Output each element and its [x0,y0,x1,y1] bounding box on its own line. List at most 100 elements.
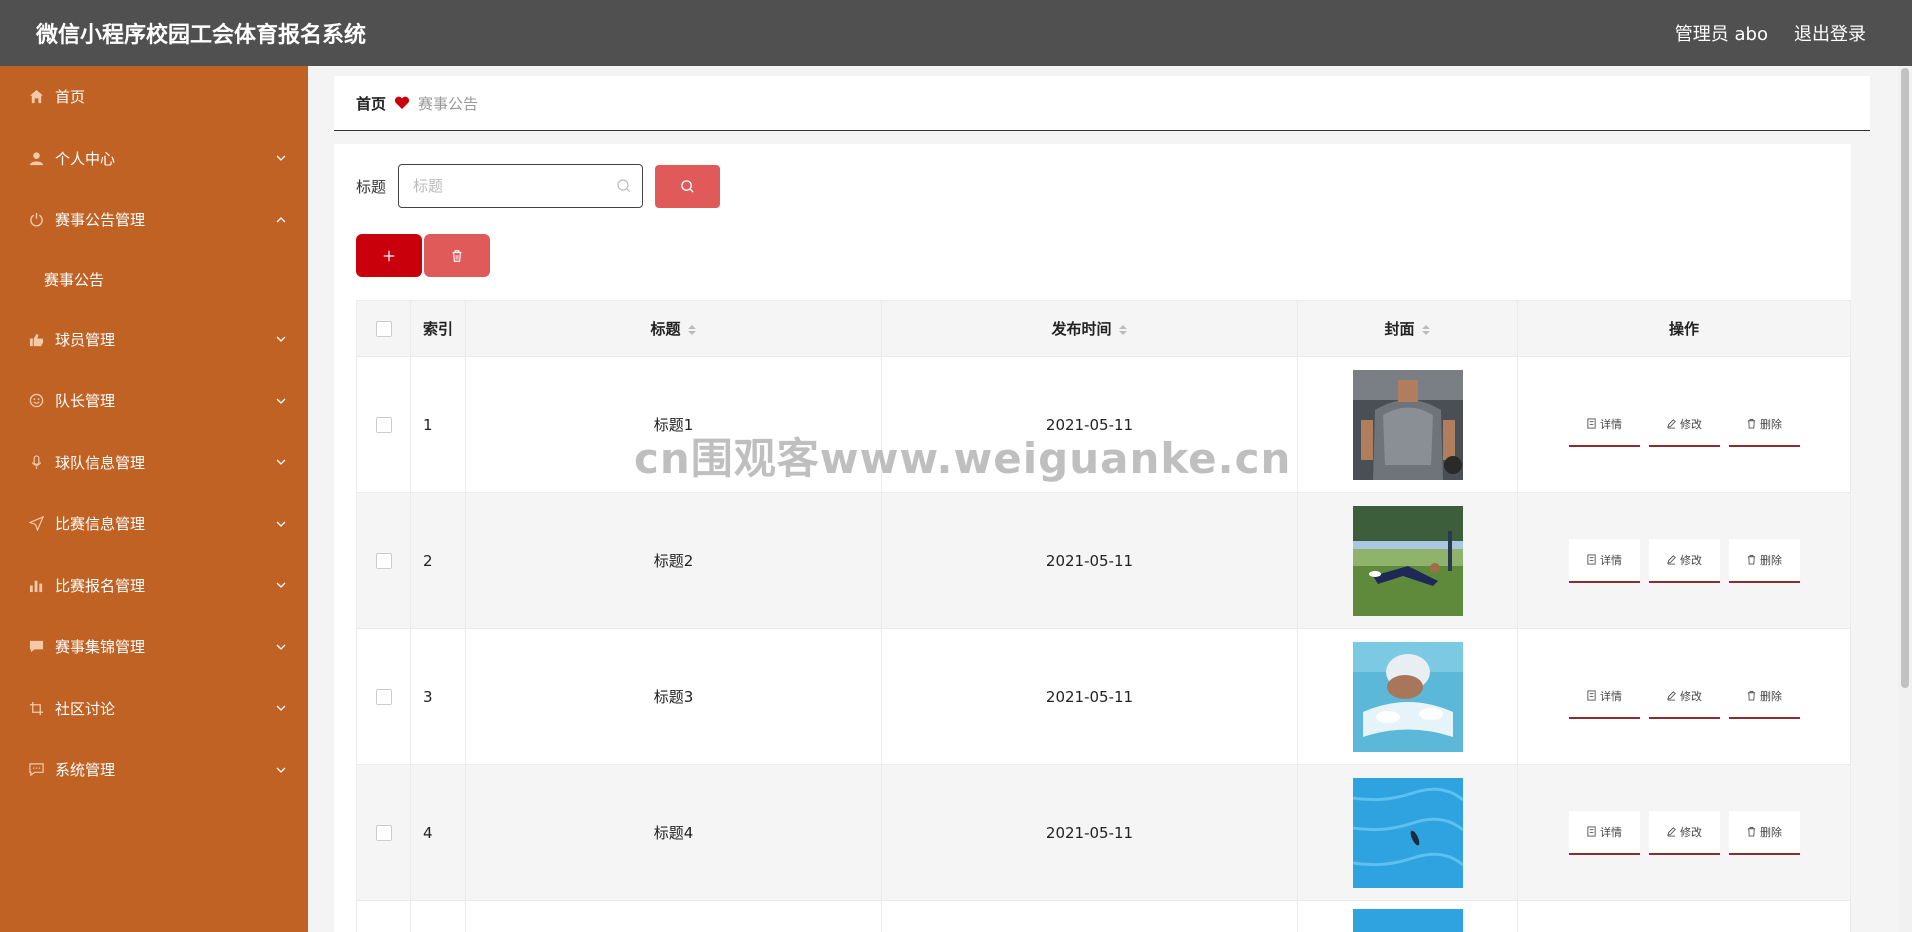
row-title: 标题4 [465,764,882,901]
header-time[interactable]: 发布时间 [881,300,1298,357]
delete-button[interactable]: 删除 [1728,674,1800,719]
message-icon [27,761,45,779]
trash-icon [1747,554,1756,565]
scrollbar-thumb[interactable] [1901,68,1909,688]
row-ops: 详情 修改 删除 [1517,356,1851,493]
pencil-icon [1667,419,1676,429]
detail-label: 详情 [1600,825,1622,839]
sidebar-item-teams[interactable]: 球队信息管理 [0,432,308,494]
row-title: 标题2 [465,492,882,629]
sidebar-item-label: 比赛报名管理 [55,576,146,595]
delete-label: 删除 [1760,553,1782,567]
header-time-label: 发布时间 [1051,320,1112,338]
action-buttons [356,234,490,277]
edit-button[interactable]: 修改 [1648,674,1720,719]
user-icon [27,149,45,167]
smile-icon [27,392,45,410]
document-icon [1587,418,1596,429]
chevron-down-icon [276,398,286,404]
pool-photo[interactable] [1352,777,1463,888]
row-checkbox[interactable] [375,417,392,433]
edit-button[interactable]: 修改 [1648,538,1720,583]
chevron-down-icon [276,767,286,773]
add-button[interactable] [356,234,422,277]
sidebar-item-registrations[interactable]: 比赛报名管理 [0,555,308,617]
sort-icon [687,324,696,335]
header-index: 索引 [410,300,466,357]
delete-button[interactable]: 删除 [1728,538,1800,583]
delete-button[interactable]: 删除 [1728,402,1800,447]
sidebar-item-label: 球员管理 [55,330,116,349]
edit-label: 修改 [1680,417,1702,431]
crop-icon [27,699,45,717]
pool-photo[interactable] [1352,909,1463,932]
top-header: 微信小程序校园工会体育报名系统 管理员 abo 退出登录 [0,0,1912,66]
detail-button[interactable]: 详情 [1568,402,1640,447]
search-icon [681,179,694,193]
document-icon [1587,826,1596,837]
delete-button[interactable]: 删除 [1728,810,1800,855]
sidebar-item-system[interactable]: 系统管理 [0,739,308,801]
row-checkbox[interactable] [375,553,392,569]
edit-button[interactable]: 修改 [1648,402,1720,447]
sort-icon [1118,324,1127,335]
sidebar-item-captains[interactable]: 队长管理 [0,370,308,432]
chevron-down-icon [276,459,286,466]
sidebar-subitem-notice[interactable]: 赛事公告 [0,250,308,309]
row-cover [1297,900,1518,932]
row-title [465,900,882,932]
gym-photo[interactable] [1352,369,1463,480]
select-all-checkbox[interactable] [375,321,392,337]
swimmer-photo[interactable] [1352,641,1463,752]
chevron-down-icon [276,155,286,162]
header-cover[interactable]: 封面 [1297,300,1518,357]
field-photo[interactable] [1352,505,1463,616]
detail-button[interactable]: 详情 [1568,674,1640,719]
page-scrollbar[interactable] [1898,66,1912,932]
table-header-row: 索引 标题 发布时间 封面 操作 [356,300,1851,357]
logout-link[interactable]: 退出登录 [1794,20,1866,46]
row-select [356,764,411,901]
row-index [410,900,466,932]
header-title-label: 标题 [650,320,681,338]
detail-button[interactable]: 详情 [1568,538,1640,583]
detail-label: 详情 [1600,417,1622,431]
main-content: 首页 赛事公告 标题 标题 索引 标题 发布时间 封面 操作 1 标题1 202… [334,76,1870,932]
sidebar-item-community[interactable]: 社区讨论 [0,678,308,740]
breadcrumb-home[interactable]: 首页 [356,93,386,114]
chat-icon [27,638,45,656]
header-title[interactable]: 标题 [465,300,882,357]
edit-label: 修改 [1680,825,1702,839]
chevron-up-icon [276,216,286,223]
sidebar: 首页 个人中心 赛事公告管理 赛事公告 球员管理 队长管理 球队信息管理 比赛信… [0,66,308,932]
row-time: 2021-05-11 [881,628,1298,765]
row-index: 2 [410,492,466,629]
delete-label: 删除 [1760,689,1782,703]
sidebar-item-label: 队长管理 [55,392,116,411]
sidebar-subitem-label: 赛事公告 [44,271,105,289]
row-checkbox[interactable] [375,689,392,705]
row-select [356,492,411,629]
notice-table: 索引 标题 发布时间 封面 操作 1 标题1 2021-05-11 详情 修改 … [356,300,1851,932]
search-button[interactable] [655,164,721,208]
detail-button[interactable]: 详情 [1568,810,1640,855]
trash-icon [452,249,462,262]
delete-label: 删除 [1760,825,1782,839]
sidebar-item-players[interactable]: 球员管理 [0,309,308,371]
edit-button[interactable]: 修改 [1648,810,1720,855]
sidebar-item-matches[interactable]: 比赛信息管理 [0,493,308,555]
sidebar-item-profile[interactable]: 个人中心 [0,128,308,190]
sidebar-item-label: 个人中心 [55,149,116,168]
sidebar-item-highlights[interactable]: 赛事集锦管理 [0,616,308,678]
pencil-icon [1667,555,1676,565]
sidebar-item-home[interactable]: 首页 [0,66,308,128]
search-input[interactable] [413,177,604,195]
row-ops: 详情 修改 删除 [1517,492,1851,629]
user-label[interactable]: 管理员 abo [1675,20,1768,46]
sidebar-item-notice-mgmt[interactable]: 赛事公告管理 [0,189,308,251]
chevron-down-icon [276,336,286,343]
batch-delete-button[interactable] [424,234,490,277]
row-checkbox[interactable] [375,825,392,841]
row-select [356,900,411,932]
sidebar-item-label: 赛事集锦管理 [55,638,146,657]
